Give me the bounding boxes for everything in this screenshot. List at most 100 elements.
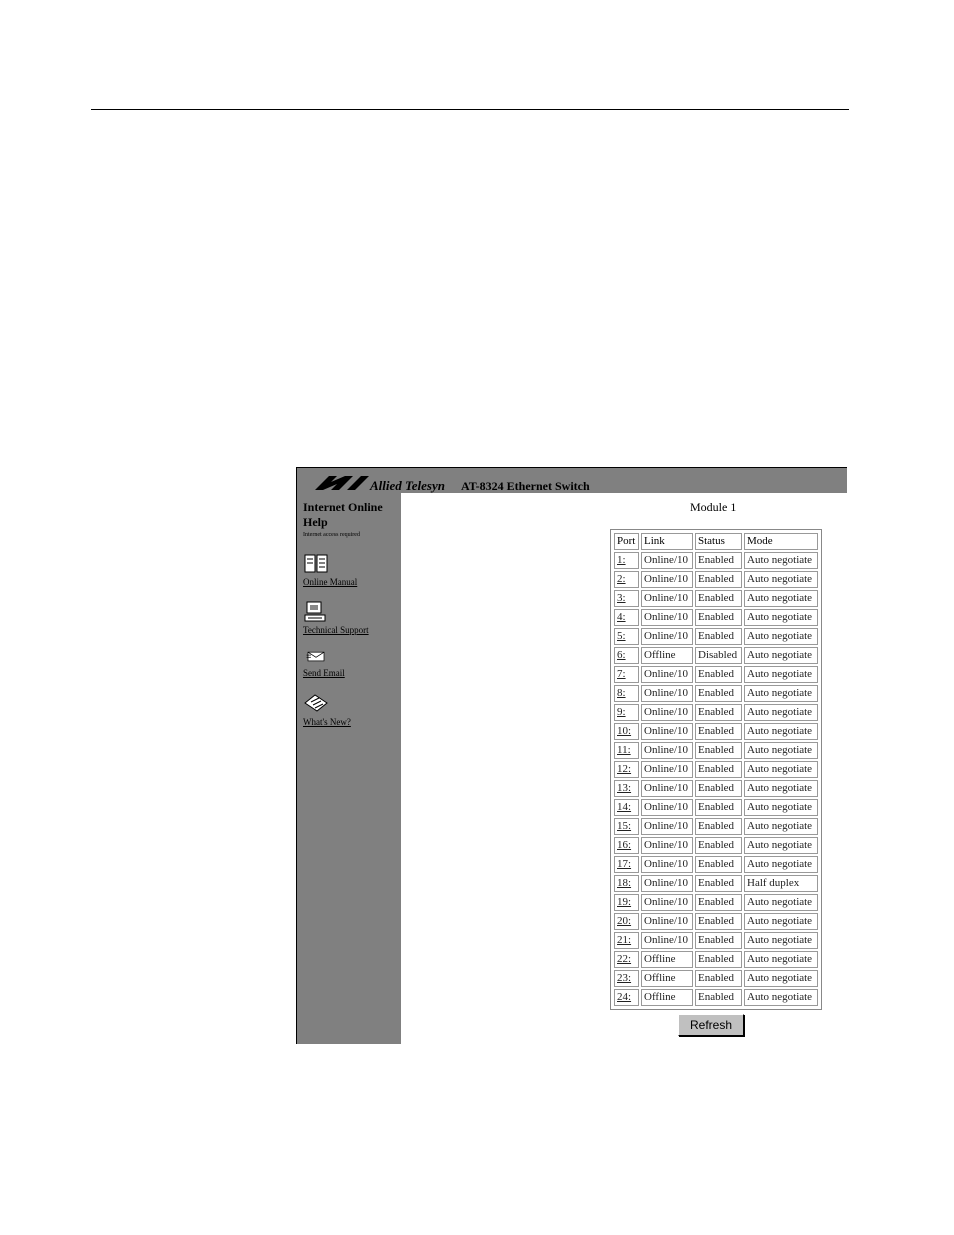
refresh-button[interactable]: Refresh [678,1014,744,1036]
port-link[interactable]: 3: [614,590,639,607]
whats-new-link[interactable]: What's New? [303,693,351,727]
table-row: 11: Online/10 Enabled Auto negotiate [614,742,818,759]
link-cell: Offline [641,951,693,968]
mode-cell: Auto negotiate [744,951,818,968]
table-row: 10: Online/10 Enabled Auto negotiate [614,723,818,740]
port-link[interactable]: 7: [614,666,639,683]
port-link[interactable]: 12: [614,761,639,778]
link-cell: Offline [641,989,693,1006]
port-link[interactable]: 18: [614,875,639,892]
link-cell: Online/10 [641,913,693,930]
brand-name: Allied Telesyn [370,478,445,493]
port-link[interactable]: 10: [614,723,639,740]
port-link[interactable]: 4: [614,609,639,626]
send-email-link[interactable]: Send Email [303,650,345,678]
table-row: 12: Online/10 Enabled Auto negotiate [614,761,818,778]
envelope-icon [306,651,325,662]
link-cell: Online/10 [641,704,693,721]
table-row: 1: Online/10 Enabled Auto negotiate [614,552,818,569]
table-row: 15: Online/10 Enabled Auto negotiate [614,818,818,835]
online-manual-link[interactable]: Online Manual [303,553,357,587]
table-row: 5: Online/10 Enabled Auto negotiate [614,628,818,645]
port-link[interactable]: 11: [614,742,639,759]
port-link[interactable]: 14: [614,799,639,816]
technical-support-label: Technical Support [303,625,369,635]
table-row: 6: Offline Disabled Auto negotiate [614,647,818,664]
computer-icon [304,601,326,622]
port-link[interactable]: 9: [614,704,639,721]
status-cell: Enabled [695,970,742,987]
port-link[interactable]: 13: [614,780,639,797]
link-cell: Online/10 [641,628,693,645]
table-row: 4: Online/10 Enabled Auto negotiate [614,609,818,626]
help-title: Internet Online Help [303,500,383,529]
link-cell: Online/10 [641,571,693,588]
port-link[interactable]: 6: [614,647,639,664]
mode-cell: Auto negotiate [744,780,818,797]
status-cell: Enabled [695,590,742,607]
link-cell: Online/10 [641,894,693,911]
status-cell: Enabled [695,571,742,588]
port-link[interactable]: 2: [614,571,639,588]
mode-cell: Auto negotiate [744,894,818,911]
link-cell: Online/10 [641,590,693,607]
port-link[interactable]: 24: [614,989,639,1006]
link-cell: Online/10 [641,837,693,854]
table-row: 21: Online/10 Enabled Auto negotiate [614,932,818,949]
whats-new-label: What's New? [303,717,351,727]
newspaper-icon [304,694,328,712]
port-link[interactable]: 5: [614,628,639,645]
column-header-status: Status [695,533,742,550]
port-link[interactable]: 19: [614,894,639,911]
mode-cell: Auto negotiate [744,837,818,854]
online-manual-label: Online Manual [303,577,358,587]
status-cell: Enabled [695,837,742,854]
status-cell: Enabled [695,989,742,1006]
mode-cell: Auto negotiate [744,856,818,873]
status-cell: Enabled [695,723,742,740]
technical-support-link[interactable]: Technical Support [303,601,369,635]
link-cell: Online/10 [641,666,693,683]
table-row: 23: Offline Enabled Auto negotiate [614,970,818,987]
table-row: 7: Online/10 Enabled Auto negotiate [614,666,818,683]
mode-cell: Auto negotiate [744,609,818,626]
mode-cell: Auto negotiate [744,590,818,607]
status-cell: Enabled [695,894,742,911]
port-link[interactable]: 1: [614,552,639,569]
port-link[interactable]: 8: [614,685,639,702]
port-link[interactable]: 16: [614,837,639,854]
port-link[interactable]: 23: [614,970,639,987]
table-row: 17: Online/10 Enabled Auto negotiate [614,856,818,873]
table-row: 22: Offline Enabled Auto negotiate [614,951,818,968]
port-link[interactable]: 17: [614,856,639,873]
status-cell: Enabled [695,609,742,626]
link-cell: Online/10 [641,761,693,778]
status-cell: Enabled [695,761,742,778]
mode-cell: Auto negotiate [744,647,818,664]
help-note: Internet access required [303,532,360,538]
status-cell: Enabled [695,856,742,873]
port-link[interactable]: 21: [614,932,639,949]
table-row: 16: Online/10 Enabled Auto negotiate [614,837,818,854]
mode-cell: Auto negotiate [744,761,818,778]
port-link[interactable]: 15: [614,818,639,835]
mode-cell: Auto negotiate [744,723,818,740]
mode-cell: Auto negotiate [744,818,818,835]
column-header-link: Link [641,533,693,550]
link-cell: Online/10 [641,856,693,873]
link-cell: Online/10 [641,552,693,569]
page-top-rule [91,109,849,110]
mode-cell: Auto negotiate [744,571,818,588]
link-cell: Online/10 [641,818,693,835]
table-header-row: Port Link Status Mode [614,533,818,550]
mode-cell: Auto negotiate [744,666,818,683]
status-cell: Enabled [695,628,742,645]
product-title: AT-8324 Ethernet Switch [461,479,590,493]
port-link[interactable]: 20: [614,913,639,930]
link-cell: Online/10 [641,875,693,892]
port-link[interactable]: 22: [614,951,639,968]
link-cell: Online/10 [641,932,693,949]
link-cell: Online/10 [641,685,693,702]
link-cell: Online/10 [641,723,693,740]
mode-cell: Auto negotiate [744,628,818,645]
